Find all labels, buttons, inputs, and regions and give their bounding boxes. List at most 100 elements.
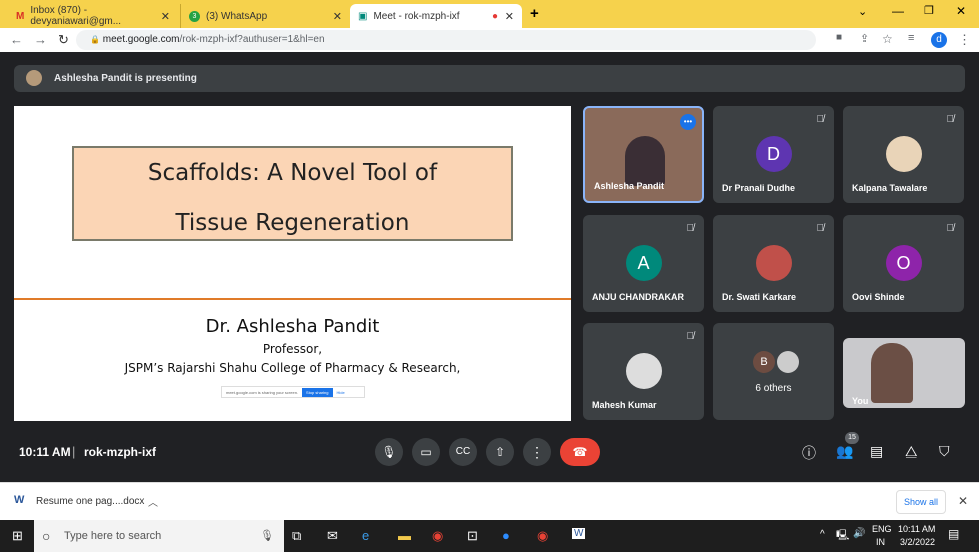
avatar: A <box>625 245 662 281</box>
avatar <box>26 70 42 86</box>
self-tile[interactable]: You <box>843 338 965 408</box>
zoom-icon[interactable]: ● <box>502 528 510 543</box>
participant-name: Dr. Swati Karkare <box>722 292 797 302</box>
microphone-icon: 🎙 <box>260 530 274 542</box>
network-icon[interactable]: 🖳 <box>836 528 849 545</box>
url-path: /rok-mzph-ixf?authuser=1&hl=en <box>179 34 325 45</box>
camera-button[interactable]: ▭ <box>412 438 440 466</box>
language-indicator[interactable]: ENG <box>872 524 892 534</box>
present-button[interactable]: ⇧ <box>486 438 514 466</box>
mic-off-icon: 🎙̸ <box>946 114 955 125</box>
divider <box>14 298 571 300</box>
tab-gmail[interactable]: M Inbox (870) - devyaniawari@gm... ✕ <box>8 4 178 28</box>
minimize-button[interactable]: — <box>892 4 904 18</box>
video-feed <box>871 343 913 403</box>
tab-meet[interactable]: ▣ Meet - rok-mzph-ixf ● ✕ <box>350 4 522 28</box>
participant-tile[interactable]: 🎙̸ A ANJU CHANDRAKAR <box>583 215 704 312</box>
close-tab-icon[interactable]: ✕ <box>505 10 514 23</box>
participant-tile[interactable]: 🎙̸ Dr. Swati Karkare <box>713 215 834 312</box>
tab-label: (3) WhatsApp <box>206 10 268 22</box>
mic-off-icon: 🎙̸ <box>686 331 695 342</box>
info-icon[interactable]: ⓘ <box>802 443 816 463</box>
close-icon[interactable]: ✕ <box>958 494 968 508</box>
avatar <box>755 245 792 281</box>
avatar <box>625 353 662 389</box>
close-tab-icon[interactable]: ✕ <box>333 10 342 23</box>
notifications-icon[interactable]: ▤ <box>948 527 959 541</box>
chevron-up-icon[interactable]: ^ <box>820 529 825 540</box>
presenter-role: Professor, <box>262 342 323 356</box>
leave-call-button[interactable]: ☎ <box>560 438 600 466</box>
avatar: D <box>755 136 792 172</box>
clock-time[interactable]: 10:11 AM <box>898 524 935 534</box>
host-controls-icon[interactable]: ⛉ <box>939 443 950 460</box>
participant-name: ANJU CHANDRAKAR <box>592 292 684 302</box>
participant-tile[interactable]: 🎙̸ Mahesh Kumar <box>583 323 704 420</box>
tab-search-icon[interactable]: ⌄ <box>858 5 867 18</box>
camera-icon[interactable]: ■ <box>836 32 842 43</box>
activities-icon[interactable]: ⧋ <box>905 443 918 460</box>
menu-icon[interactable]: ⋮ <box>958 32 971 48</box>
tab-whatsapp[interactable]: 3 (3) WhatsApp ✕ <box>180 4 350 28</box>
forward-icon[interactable]: → <box>34 32 47 47</box>
mail-icon[interactable]: ✉ <box>327 528 338 544</box>
meet-icon: ▣ <box>358 10 368 22</box>
reload-icon[interactable]: ↻ <box>58 32 69 48</box>
participant-tile[interactable]: 🎙̸ O Oovi Shinde <box>843 215 964 312</box>
captions-button[interactable]: CC <box>449 438 477 466</box>
chrome-icon[interactable]: ◉ <box>432 528 443 544</box>
store-icon[interactable]: ⊡ <box>467 528 478 544</box>
taskbar-search-input[interactable]: ○ Type here to search 🎙 <box>34 520 284 552</box>
volume-icon[interactable]: 🔊 <box>853 528 865 539</box>
meeting-time: 10:11 AM <box>19 445 71 459</box>
participant-tile[interactable]: 🎙̸ D Dr Pranali Dudhe <box>713 106 834 203</box>
task-view-icon[interactable]: ⧉ <box>292 528 301 544</box>
presentation-slide: Scaffolds: A Novel Tool of Tissue Regener… <box>14 106 571 421</box>
restore-button[interactable]: ❐ <box>924 4 934 17</box>
url-input[interactable]: 🔒 meet.google.com/rok-mzph-ixf?authuser=… <box>76 30 816 50</box>
hide-button[interactable]: Hide <box>337 390 345 395</box>
avatar: O <box>885 245 922 281</box>
windows-start-icon[interactable]: ⊞ <box>12 528 23 544</box>
stop-sharing-button[interactable]: Stop sharing <box>302 387 333 397</box>
word-icon[interactable]: W <box>572 528 586 539</box>
mic-off-icon: 🎙̸ <box>946 223 955 234</box>
separator: | <box>72 444 76 459</box>
profile-avatar[interactable]: d <box>931 32 947 48</box>
show-all-button[interactable]: Show all <box>896 490 946 514</box>
chat-icon[interactable]: ▤ <box>870 443 883 460</box>
new-tab-button[interactable]: + <box>530 5 539 22</box>
people-icon[interactable]: 👥 <box>836 443 853 460</box>
participant-tile[interactable]: ••• Ashlesha Pandit <box>583 106 704 203</box>
media-icon[interactable]: ≡ <box>908 32 914 44</box>
people-count-badge: 15 <box>845 432 859 444</box>
chevron-up-icon[interactable]: ︿ <box>148 494 158 509</box>
participant-name: You <box>852 396 869 406</box>
recording-icon: ● <box>491 10 498 22</box>
avatar: B <box>753 351 775 373</box>
participant-name: Oovi Shinde <box>852 292 905 302</box>
presenter-name: Dr. Ashlesha Pandit <box>205 316 380 337</box>
participant-tile[interactable]: 🎙̸ Kalpana Tawalare <box>843 106 964 203</box>
close-window-button[interactable]: ✕ <box>956 4 966 18</box>
participant-name: Dr Pranali Dudhe <box>722 183 796 193</box>
search-placeholder: Type here to search <box>64 530 162 542</box>
edge-icon[interactable]: e <box>362 528 369 543</box>
speaking-icon: ••• <box>680 114 696 130</box>
file-explorer-icon[interactable]: ▬ <box>398 528 411 543</box>
participant-name: Kalpana Tawalare <box>852 183 928 193</box>
share-icon[interactable]: ⇪ <box>860 32 869 45</box>
close-tab-icon[interactable]: ✕ <box>161 10 170 23</box>
clock-date: 3/2/2022 <box>900 537 936 547</box>
others-tile[interactable]: B 6 others <box>713 323 834 420</box>
back-icon[interactable]: ← <box>10 32 23 47</box>
mic-button[interactable]: 🎙 <box>375 438 403 466</box>
star-icon[interactable]: ☆ <box>882 32 893 46</box>
share-text: meet.google.com is sharing your screen. <box>226 389 299 395</box>
gmail-icon: M <box>16 10 25 22</box>
chrome-profile-icon[interactable]: ◉ <box>537 528 548 544</box>
download-item[interactable]: Resume one pag....docx <box>36 496 144 507</box>
others-count: 6 others <box>755 383 792 394</box>
more-options-button[interactable]: ⋮ <box>523 438 551 466</box>
meeting-code: rok-mzph-ixf <box>84 445 156 459</box>
